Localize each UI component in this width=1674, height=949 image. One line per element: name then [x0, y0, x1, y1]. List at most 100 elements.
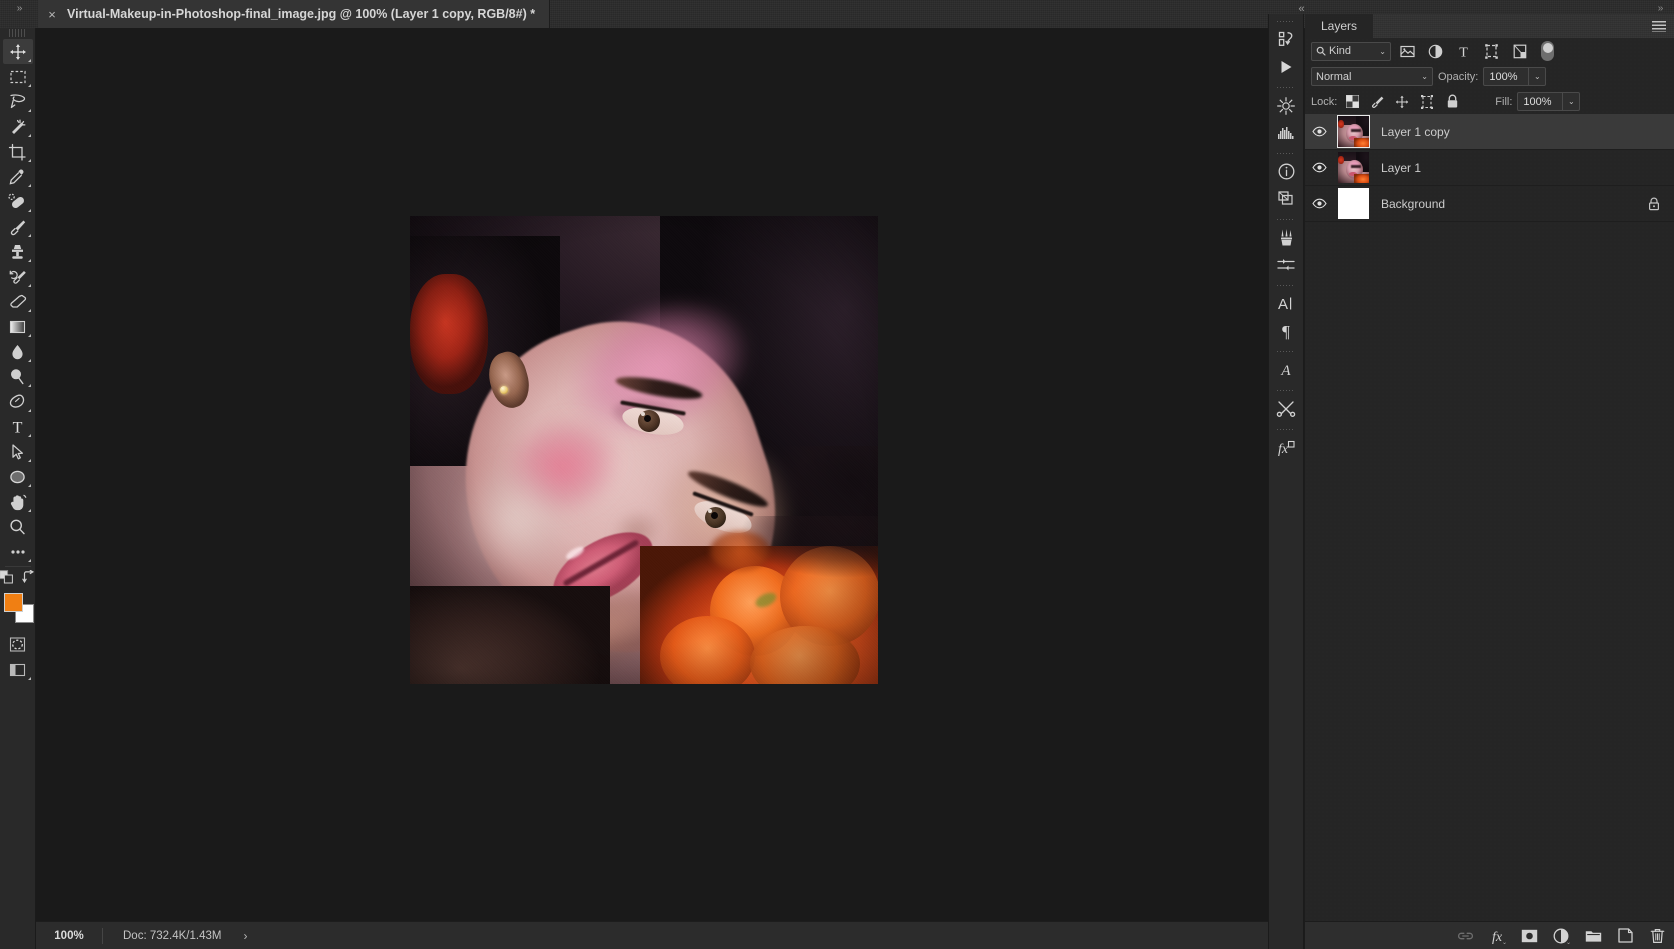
close-icon[interactable]: × [46, 8, 58, 21]
add-layer-style-button[interactable]: fx ⌄ [1488, 926, 1507, 946]
opacity-slider-chevron-icon[interactable]: ⌄ [1529, 67, 1547, 86]
foreground-color-swatch[interactable] [3, 593, 23, 612]
lock-image-pixels-icon[interactable] [1367, 92, 1387, 112]
quick-selection-tool[interactable] [3, 114, 33, 139]
dock-grip-icon[interactable] [1277, 18, 1295, 25]
add-layer-mask-button[interactable] [1520, 926, 1538, 946]
spot-healing-brush-tool[interactable] [3, 189, 33, 214]
tool-presets-icon[interactable] [1269, 395, 1303, 422]
layer-visibility-toggle[interactable] [1305, 114, 1333, 150]
fill-slider-chevron-icon[interactable]: ⌄ [1563, 92, 1581, 111]
screen-mode-tool[interactable] [3, 657, 33, 682]
actions-icon[interactable] [1269, 53, 1303, 80]
new-group-button[interactable] [1584, 926, 1602, 946]
canvas-area[interactable] [36, 28, 1268, 921]
tab-layers[interactable]: Layers [1305, 14, 1374, 38]
dock-grip-icon[interactable] [1277, 426, 1295, 433]
gradient-tool[interactable] [3, 314, 33, 339]
zoom-level[interactable]: 100% [36, 930, 102, 942]
histogram-icon[interactable] [1269, 119, 1303, 146]
toolbar-grip-icon[interactable] [8, 29, 27, 37]
styles-icon[interactable]: fx [1269, 434, 1303, 461]
path-selection-tool[interactable] [3, 439, 33, 464]
dock-grip-icon[interactable] [1277, 348, 1295, 355]
dock-grip-icon[interactable] [1277, 282, 1295, 289]
table-row[interactable]: Layer 1 copy [1305, 114, 1674, 150]
quick-mask-tool[interactable] [3, 632, 33, 657]
table-row[interactable]: Background [1305, 186, 1674, 222]
edit-toolbar-tool[interactable] [3, 539, 33, 564]
adjustments-icon[interactable] [1269, 92, 1303, 119]
layer-thumbnail-cell[interactable] [1333, 115, 1373, 148]
zoom-tool[interactable] [3, 514, 33, 539]
panel-menu-icon[interactable] [1652, 21, 1666, 32]
layer-visibility-toggle[interactable] [1305, 186, 1333, 222]
toolbar-collapse-toggle[interactable]: » [4, 2, 34, 16]
brush-settings-icon[interactable] [1269, 224, 1303, 251]
lasso-tool[interactable] [3, 89, 33, 114]
layer-thumbnail-cell[interactable] [1333, 152, 1373, 183]
dock-grip-icon[interactable] [1277, 84, 1295, 91]
lock-position-icon[interactable] [1392, 92, 1412, 112]
link-layers-button[interactable] [1456, 926, 1474, 946]
layer-filter-kind-select[interactable]: Kind ⌄ [1311, 41, 1391, 61]
layer-visibility-toggle[interactable] [1305, 150, 1333, 186]
chevron-down-icon[interactable]: ⌄ [1566, 939, 1571, 946]
layer-comps-icon[interactable] [1269, 185, 1303, 212]
eraser-tool[interactable] [3, 289, 33, 314]
new-fill-adjustment-layer-button[interactable]: ⌄ [1552, 926, 1571, 946]
character-styles-icon[interactable]: A [1269, 356, 1303, 383]
layer-thumbnail[interactable] [1337, 152, 1369, 183]
layer-thumbnail-cell[interactable] [1333, 188, 1373, 219]
filter-shape-layers-icon[interactable] [1480, 41, 1503, 61]
rectangular-marquee-tool[interactable] [3, 64, 33, 89]
opacity-input[interactable]: 100% [1483, 67, 1530, 86]
dock-grip-icon[interactable] [1277, 387, 1295, 394]
color-swatches[interactable] [2, 592, 34, 626]
dock-grip-icon[interactable] [1277, 216, 1295, 223]
new-layer-button[interactable] [1616, 926, 1634, 946]
lock-transparent-pixels-icon[interactable] [1342, 92, 1362, 112]
eyedropper-tool[interactable] [3, 164, 33, 189]
delete-layer-button[interactable] [1648, 926, 1666, 946]
table-row[interactable]: Layer 1 [1305, 150, 1674, 186]
layer-name[interactable]: Background [1373, 197, 1445, 211]
ellipse-tool[interactable] [3, 464, 33, 489]
layer-name[interactable]: Layer 1 copy [1373, 125, 1450, 139]
fill-input[interactable]: 100% [1517, 92, 1564, 111]
chevron-down-icon[interactable]: ⌄ [1421, 72, 1428, 81]
layer-thumbnail[interactable] [1336, 115, 1370, 148]
crop-tool[interactable] [3, 139, 33, 164]
layer-thumbnail[interactable] [1337, 188, 1369, 219]
blend-mode-select[interactable]: Normal ⌄ [1311, 67, 1433, 86]
blur-tool[interactable] [3, 339, 33, 364]
pen-tool[interactable] [3, 389, 33, 414]
chevron-down-icon[interactable]: ⌄ [1379, 47, 1386, 56]
hand-tool[interactable] [3, 489, 33, 514]
swap-colors-icon[interactable] [22, 569, 36, 588]
filter-smart-objects-icon[interactable] [1508, 41, 1531, 61]
history-brush-tool[interactable] [3, 264, 33, 289]
type-tool[interactable]: T [3, 414, 33, 439]
brush-tool[interactable] [3, 214, 33, 239]
character-icon[interactable]: A [1269, 290, 1303, 317]
paragraph-icon[interactable]: ¶ [1269, 317, 1303, 344]
lock-artboard-nesting-icon[interactable] [1417, 92, 1437, 112]
filter-pixel-layers-icon[interactable] [1396, 41, 1419, 61]
brush-presets-icon[interactable] [1269, 251, 1303, 278]
default-colors-icon[interactable] [0, 569, 14, 589]
dock-grip-icon[interactable] [1277, 150, 1295, 157]
status-expand-icon[interactable]: › [243, 929, 247, 943]
move-tool[interactable] [2, 39, 33, 64]
filter-type-layers-icon[interactable]: T [1452, 41, 1475, 61]
lock-all-icon[interactable] [1442, 92, 1462, 112]
dodge-tool[interactable] [3, 364, 33, 389]
document-canvas[interactable] [410, 216, 878, 684]
layer-name[interactable]: Layer 1 [1373, 161, 1421, 175]
libraries-icon[interactable] [1269, 26, 1303, 53]
filter-enable-toggle[interactable] [1541, 41, 1554, 61]
document-size-info[interactable]: Doc: 732.4K/1.43M [103, 930, 221, 942]
clone-stamp-tool[interactable] [3, 239, 33, 264]
document-tab[interactable]: × Virtual-Makeup-in-Photoshop-final_imag… [38, 0, 551, 28]
chevron-down-icon[interactable]: ⌄ [1502, 939, 1507, 946]
